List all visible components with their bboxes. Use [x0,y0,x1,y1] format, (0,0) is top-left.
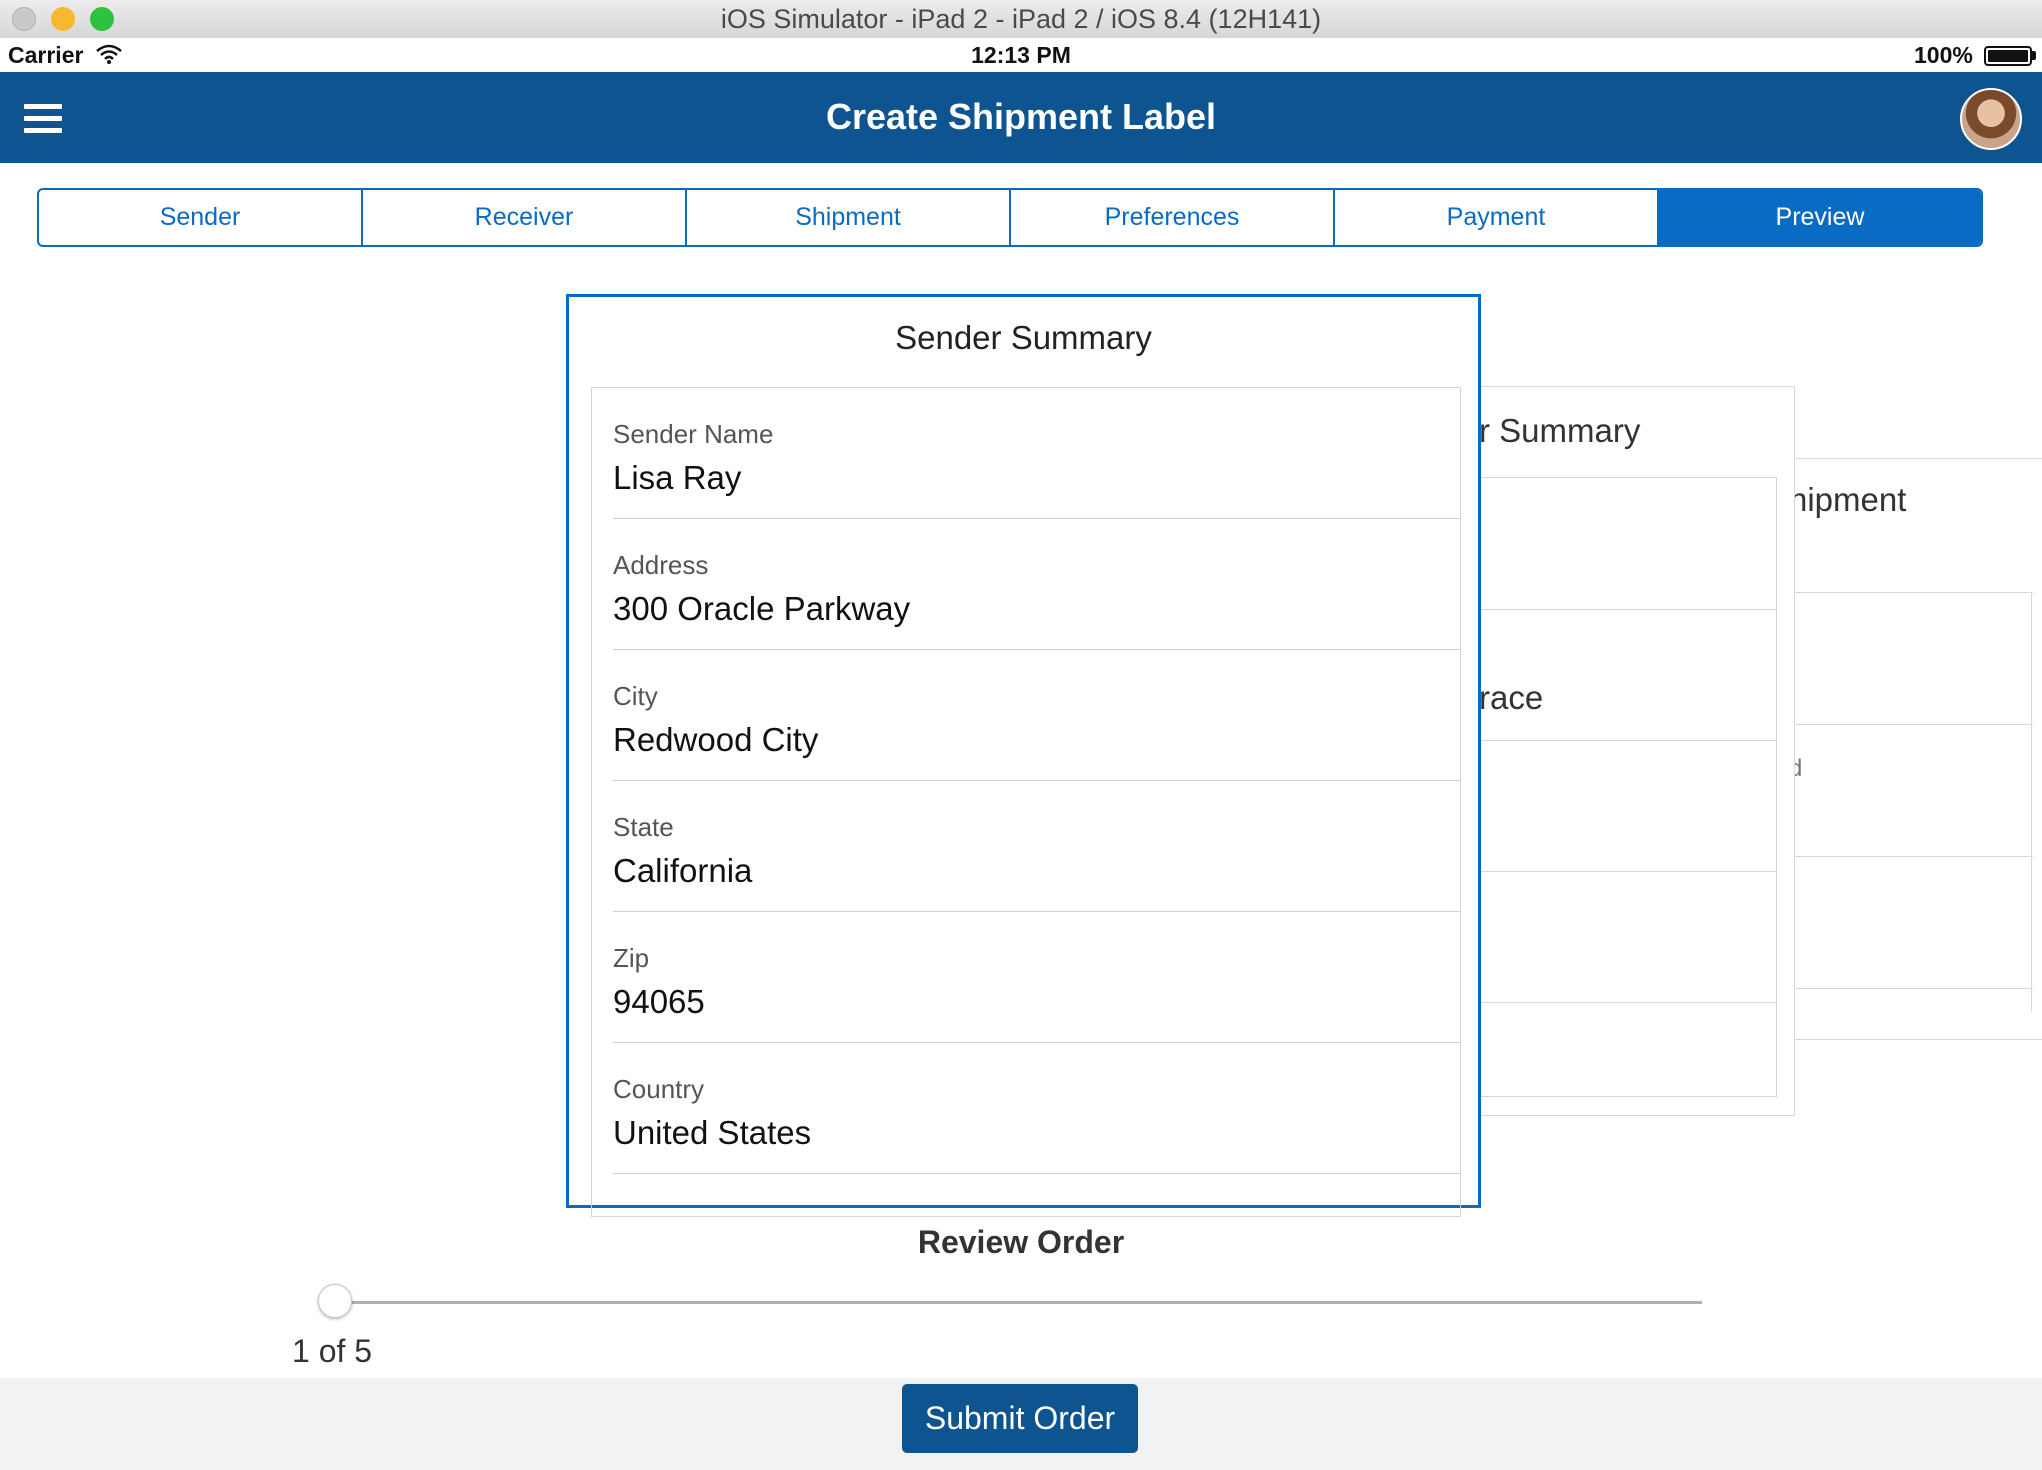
field-value: Lisa Ray [613,459,742,496]
battery-percent: 100% [1914,42,1973,68]
field-label: Sender Name [613,419,774,449]
field-label: State [613,812,674,842]
sender-summary-card[interactable]: Sender Summary Sender Name Lisa Ray Addr… [566,294,1481,1217]
review-heading: Review Order [917,1224,1125,1260]
submit-order-button[interactable]: Submit Order [902,1384,1138,1453]
field-value: 300 Oracle Parkway [613,590,911,627]
field-value: Redwood City [613,721,819,758]
review-slider-thumb[interactable] [318,1284,352,1318]
list-item: State California [613,781,1460,912]
list-item: Zip 94065 [613,912,1460,1043]
list-item: Sender Name Lisa Ray [613,388,1460,519]
field-value-fragment: race [1479,679,1544,716]
field-value: 94065 [613,983,705,1020]
list-item: Country United States [613,1043,1460,1174]
field-label: City [613,681,658,711]
tab-preview[interactable]: Preview [1659,190,1981,245]
card-title-fragment: nipment [1789,481,1907,518]
app-header: Create Shipment Label [0,72,2042,163]
field-value: United States [613,1114,812,1151]
review-slider-track[interactable] [335,1301,1702,1304]
card-title-fragment: r Summary [1479,412,1641,449]
field-label: Country [613,1074,705,1104]
sender-fields-list: Sender Name Lisa Ray Address 300 Oracle … [591,387,1461,1217]
field-label: Zip [613,943,650,973]
tab-payment[interactable]: Payment [1335,190,1659,245]
page-title: Create Shipment Label [825,96,1217,137]
tab-shipment[interactable]: Shipment [687,190,1011,245]
field-value: California [613,852,753,889]
list-item: City Redwood City [613,650,1460,781]
ios-status-bar: Carrier 12:13 PM 100% [0,38,2042,72]
battery-icon [1984,46,2032,66]
simulator-title-bar: iOS Simulator - iPad 2 - iPad 2 / iOS 8.… [0,0,2042,39]
page-counter: 1 of 5 [292,1333,373,1369]
tab-receiver[interactable]: Receiver [363,190,687,245]
list-item: Address 300 Oracle Parkway [613,519,1460,650]
tab-preferences[interactable]: Preferences [1011,190,1335,245]
receiver-summary-card[interactable]: r Summary race [1478,386,1795,1116]
clock: 12:13 PM [971,42,1071,68]
window-title: iOS Simulator - iPad 2 - iPad 2 / iOS 8.… [720,4,1322,34]
tab-sender[interactable]: Sender [39,190,363,245]
wizard-tabs: Sender Receiver Shipment Preferences Pay… [37,188,1983,247]
card-title: Sender Summary [895,319,1152,356]
user-avatar[interactable] [1960,88,2022,150]
field-label: Address [613,550,709,580]
